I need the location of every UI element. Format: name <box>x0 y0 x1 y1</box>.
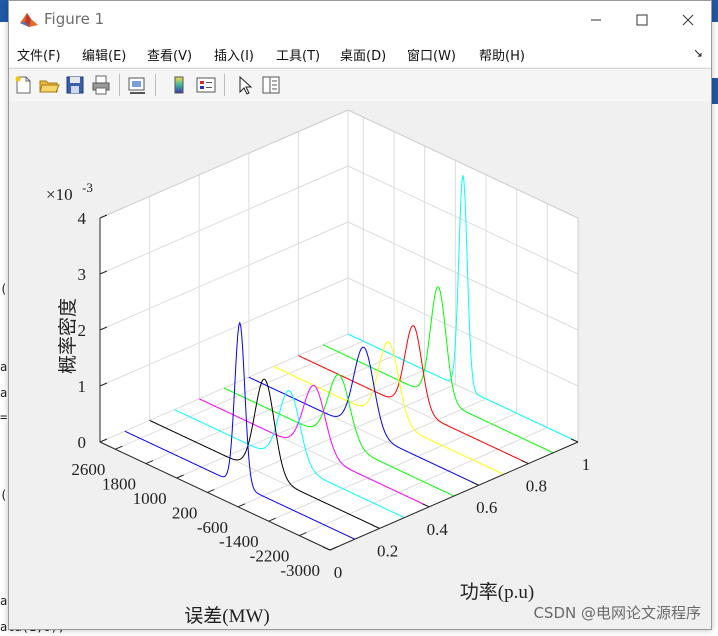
x-tick-label: 1 <box>582 455 591 474</box>
close-icon <box>682 14 694 26</box>
z-scale-label: ×10 <box>46 185 73 204</box>
x-axis-label: 功率(p.u) <box>460 581 534 603</box>
z-scale-exponent: -3 <box>82 180 93 195</box>
minimize-icon <box>591 19 601 21</box>
toolbar-separator <box>155 74 156 96</box>
menu-view[interactable]: 查看(V) <box>147 45 192 64</box>
property-editor-icon[interactable] <box>260 74 282 96</box>
dock-arrow-icon[interactable]: ↘ <box>693 46 703 60</box>
z-axis-label: 概率密度 <box>57 298 79 374</box>
toolbar-separator <box>224 74 225 96</box>
y-axis-label: 误差(MW) <box>184 605 269 627</box>
pointer-icon[interactable] <box>234 74 256 96</box>
z-tick-label: 4 <box>78 209 87 228</box>
matlab-logo-icon <box>20 13 38 27</box>
y-tick-label: -3000 <box>280 561 320 580</box>
minimize-button[interactable] <box>573 1 619 39</box>
x-tick-label: 0.4 <box>427 520 449 539</box>
watermark: CSDN @电网论文源程序 <box>533 604 701 622</box>
figure-toolbar <box>9 68 711 102</box>
open-file-icon[interactable] <box>38 74 60 96</box>
new-figure-icon[interactable] <box>12 74 34 96</box>
menu-edit[interactable]: 编辑(E) <box>82 45 126 64</box>
figure-canvas: 0 1 2 3 4 2600 1800 1000 200 -600 -1400 -2200 -3000 0… <box>9 101 711 629</box>
z-tick-label: 3 <box>78 265 87 284</box>
toolbar-separator <box>119 74 120 96</box>
menu-desktop[interactable]: 桌面(D) <box>340 45 386 64</box>
window-title: Figure 1 <box>44 10 105 28</box>
maximize-button[interactable] <box>619 1 665 39</box>
waterfall-plot[interactable]: 01234260018001000200-600-1400-2200-3000 0… <box>9 101 711 629</box>
colorbar-icon[interactable] <box>168 74 190 96</box>
x-tick-label: 0.2 <box>377 541 398 560</box>
menu-file[interactable]: 文件(F) <box>17 45 61 64</box>
x-tick-label: 0 <box>334 563 343 582</box>
title-bar[interactable]: Figure 1 <box>9 1 711 39</box>
y-tick-label: 1000 <box>133 489 167 508</box>
legend-icon[interactable] <box>195 74 217 96</box>
figure-window: Figure 1 文件(F) 编辑(E) 查看(V) 插入(I) 工具(T) 桌… <box>8 0 712 630</box>
save-icon[interactable] <box>64 74 86 96</box>
x-tick-label: 0.6 <box>476 498 497 517</box>
menu-bar: 文件(F) 编辑(E) 查看(V) 插入(I) 工具(T) 桌面(D) 窗口(W… <box>9 39 711 67</box>
maximize-icon <box>636 14 648 26</box>
menu-insert[interactable]: 插入(I) <box>214 45 254 64</box>
menu-window[interactable]: 窗口(W) <box>407 45 456 64</box>
background-code-line: a <box>0 360 8 374</box>
y-tick-label: 200 <box>172 503 198 522</box>
link-plot-icon[interactable] <box>126 74 148 96</box>
x-tick-label: 0.8 <box>526 477 547 496</box>
print-icon[interactable] <box>90 74 112 96</box>
y-tick-label: 2600 <box>71 460 105 479</box>
z-tick-label: 0 <box>78 433 87 452</box>
z-tick-label: 1 <box>78 377 87 396</box>
y-tick-label: 1800 <box>102 475 136 494</box>
close-button[interactable] <box>665 1 711 39</box>
menu-tools[interactable]: 工具(T) <box>276 45 320 64</box>
menu-help[interactable]: 帮助(H) <box>479 45 525 64</box>
